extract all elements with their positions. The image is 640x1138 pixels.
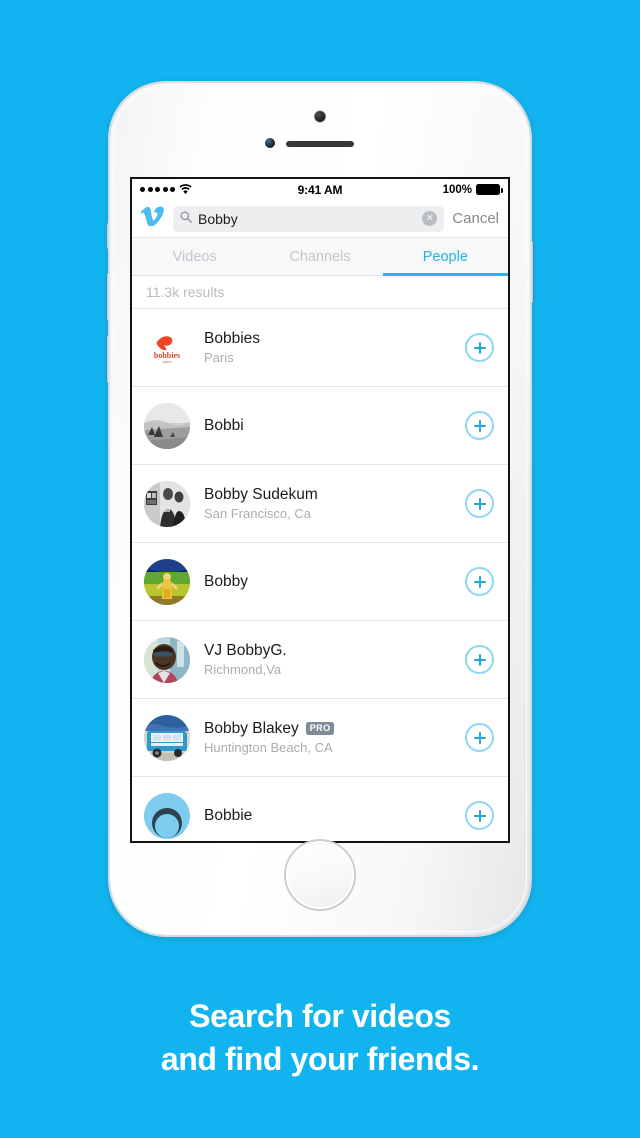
search-input-value: Bobby: [198, 210, 238, 227]
plus-circle-icon[interactable]: [465, 489, 494, 518]
avatar: [144, 402, 190, 449]
volume-up-button[interactable]: [107, 273, 111, 321]
person-location: San Francisco, Ca: [204, 506, 311, 522]
avatar: [144, 792, 190, 839]
list-item-title: VJ BobbyG.: [204, 641, 465, 660]
proximity-sensor-icon: [265, 138, 275, 148]
clear-icon[interactable]: ×: [422, 211, 438, 226]
person-name: Bobby Blakey: [204, 719, 299, 737]
list-item[interactable]: Bobby Sudekum San Francisco, Ca: [132, 465, 508, 543]
list-item-title: Bobbie: [204, 806, 465, 825]
plus-circle-icon[interactable]: [465, 333, 494, 362]
plus-circle-icon[interactable]: [465, 801, 494, 830]
list-item-title: Bobby Sudekum: [204, 485, 465, 504]
phone-screen: 9:41 AM 100% Bobby × Cancel Videos Chann…: [132, 179, 508, 841]
search-input[interactable]: Bobby ×: [173, 205, 445, 232]
results-count-label: 11.3k results: [132, 276, 508, 309]
list-item[interactable]: VJ BobbyG. Richmond,Va: [132, 621, 508, 699]
list-item-text: Bobby Blakey PRO Huntington Beach, CA: [190, 719, 465, 757]
person-location: Huntington Beach, CA: [204, 740, 333, 756]
wifi-icon: [179, 184, 192, 195]
list-item-text: Bobby Sudekum San Francisco, Ca: [190, 485, 465, 523]
battery-full-icon: [476, 184, 504, 195]
search-icon: [180, 210, 192, 228]
battery-percent-label: 100%: [442, 183, 472, 196]
home-button[interactable]: [286, 841, 354, 909]
list-item-text: Bobbie: [190, 806, 465, 825]
plus-circle-icon[interactable]: [465, 567, 494, 596]
phone-device-frame: 9:41 AM 100% Bobby × Cancel Videos Chann…: [107, 83, 533, 935]
status-badge: PRO: [305, 722, 335, 735]
promo-caption-line-1: Search for videos: [189, 998, 451, 1034]
list-item-text: VJ BobbyG. Richmond,Va: [190, 641, 465, 679]
promo-caption-line-2: and find your friends.: [160, 1040, 480, 1077]
list-item-title: Bobby Blakey PRO: [204, 719, 465, 738]
person-name: Bobbies: [204, 329, 261, 347]
plus-circle-icon[interactable]: [465, 645, 494, 674]
list-item[interactable]: Bobbie: [132, 777, 508, 841]
avatar: [144, 558, 190, 605]
person-name: VJ BobbyG.: [204, 641, 287, 659]
list-item-text: Bobbi: [190, 416, 465, 435]
svg-text:PARIS: PARIS: [163, 360, 172, 364]
earpiece-speaker: [286, 141, 354, 147]
person-name: Bobby Sudekum: [204, 485, 318, 503]
list-item[interactable]: Bobby: [132, 543, 508, 621]
vimeo-logo-icon[interactable]: [140, 206, 165, 231]
avatar: [144, 714, 190, 761]
person-name: Bobbi: [204, 416, 244, 434]
cancel-button[interactable]: Cancel: [452, 210, 500, 227]
person-location: Richmond,Va: [204, 662, 282, 678]
volume-down-button[interactable]: [107, 335, 111, 383]
search-scope-tabs: Videos Channels People: [132, 238, 508, 276]
list-item[interactable]: Bobby Blakey PRO Huntington Beach, CA: [132, 699, 508, 777]
status-bar-left: [140, 184, 298, 195]
people-results-list: bobbies PARIS Bobbies Paris Bobbi Bobby …: [132, 309, 508, 841]
tab-people[interactable]: People: [382, 238, 508, 276]
power-button[interactable]: [529, 241, 533, 303]
search-bar: Bobby × Cancel: [132, 200, 508, 238]
person-name: Bobby: [204, 572, 248, 590]
plus-circle-icon[interactable]: [465, 723, 494, 752]
person-name: Bobbie: [204, 806, 253, 824]
tab-videos[interactable]: Videos: [132, 238, 257, 275]
status-bar-right: 100%: [342, 183, 504, 196]
list-item[interactable]: bobbies PARIS Bobbies Paris: [132, 309, 508, 387]
avatar: [144, 636, 190, 683]
mute-switch[interactable]: [107, 223, 111, 249]
status-bar: 9:41 AM 100%: [132, 179, 508, 200]
list-item-title: Bobbi: [204, 416, 465, 435]
signal-strength-icon: [140, 187, 175, 192]
svg-text:bobbies: bobbies: [154, 351, 180, 360]
avatar: [144, 480, 190, 527]
avatar: bobbies PARIS: [144, 324, 190, 371]
promo-caption: Search for videos and find your friends.: [0, 995, 640, 1080]
person-location: Paris: [204, 350, 234, 366]
list-item-title: Bobbies: [204, 329, 465, 348]
status-bar-clock: 9:41 AM: [297, 182, 343, 197]
list-item-title: Bobby: [204, 572, 465, 591]
front-camera-icon: [314, 111, 326, 122]
list-item[interactable]: Bobbi: [132, 387, 508, 465]
tab-channels[interactable]: Channels: [257, 238, 382, 275]
plus-circle-icon[interactable]: [465, 411, 494, 440]
list-item-text: Bobbies Paris: [190, 329, 465, 367]
list-item-text: Bobby: [190, 572, 465, 591]
